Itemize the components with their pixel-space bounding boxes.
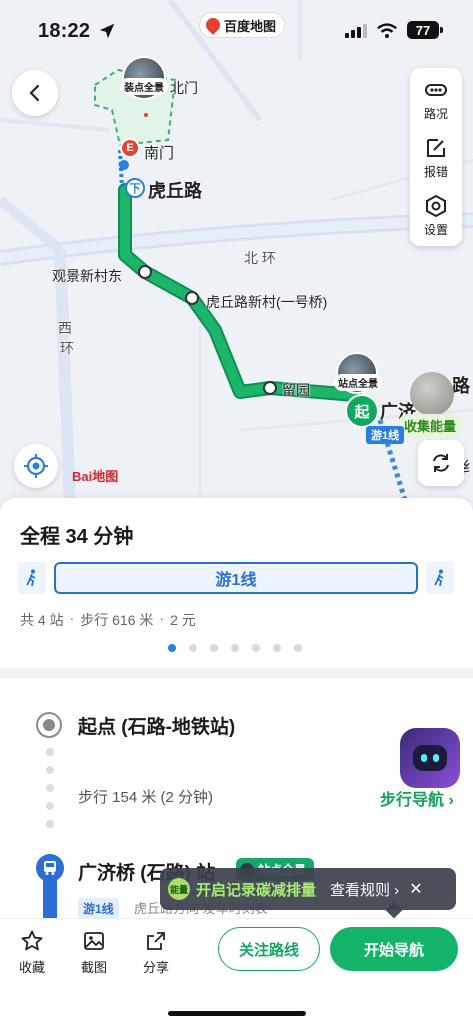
assistant-robot-icon[interactable]	[400, 728, 460, 788]
walk-dots	[46, 748, 54, 828]
baidu-logo: Bai地图	[72, 469, 119, 484]
start-navigation-button[interactable]: 开始导航	[330, 927, 458, 971]
walk-icon	[434, 569, 444, 587]
section-divider	[0, 668, 473, 678]
traffic-icon	[425, 84, 447, 96]
walk-distance: 步行 616 米	[80, 612, 154, 628]
wifi-icon	[377, 23, 397, 39]
bottom-action-bar: 收藏 截图 分享 关注路线 开始导航	[0, 918, 473, 1024]
label-north-gate: 北门	[170, 80, 198, 96]
map-pin-icon	[203, 15, 223, 35]
bus-route-bar	[43, 878, 57, 918]
origin-label: 起点 (石路-地铁站)	[78, 717, 236, 738]
page-dot[interactable]	[168, 644, 176, 652]
report-label: 报错	[423, 165, 448, 179]
screenshot-button[interactable]: 截图	[72, 929, 116, 976]
share-label: 分享	[142, 960, 169, 975]
label-guanjing-stop: 观景新村东	[52, 268, 122, 284]
locate-icon	[24, 454, 48, 478]
page-dot[interactable]	[273, 644, 281, 652]
location-arrow-icon	[99, 23, 115, 39]
label-huqiu-road: 虎丘路	[148, 181, 202, 201]
walk-segment-end	[426, 562, 454, 594]
station-panorama-label: 站点全景	[334, 374, 382, 391]
share-button[interactable]: 分享	[134, 929, 178, 976]
label-huqiu-xincun-stop: 虎丘路新村(一号桥)	[206, 294, 328, 310]
status-bar: 18:22 百度地图 77	[0, 0, 473, 60]
page-dot[interactable]	[252, 644, 260, 652]
walk-navigation-link[interactable]: 步行导航 ›	[380, 786, 454, 810]
alight-marker[interactable]: 下	[125, 178, 145, 198]
back-button[interactable]	[12, 70, 58, 116]
page-dot[interactable]	[231, 644, 239, 652]
fare: 2 元	[170, 612, 196, 628]
bus-line-segment: 游1线	[54, 562, 418, 594]
status-time: 18:22	[38, 20, 91, 42]
route-segment-bar: 游1线	[18, 562, 454, 594]
label-north-ring: 北 环	[244, 250, 276, 266]
panorama-label: 装点全景	[120, 78, 168, 95]
map-tool-panel: 路况 报错 设置	[410, 68, 462, 246]
screenshot-label: 截图	[80, 960, 107, 975]
route-line-badge: 游1线	[78, 898, 119, 919]
favorite-button[interactable]: 收藏	[10, 929, 54, 976]
favorite-label: 收藏	[18, 960, 45, 975]
page-dot[interactable]	[189, 644, 197, 652]
edit-icon	[427, 139, 445, 157]
share-icon	[147, 932, 165, 950]
settings-button[interactable]: 设置	[410, 188, 462, 244]
collect-energy-tag[interactable]: 收集能量	[398, 414, 463, 437]
route-summary-card[interactable]: 全程 34 分钟 游1线 共 4 站 · 步行 616 米 · 2 元	[0, 498, 473, 668]
report-error-button[interactable]: 报错	[410, 130, 462, 186]
page-dot[interactable]	[210, 644, 218, 652]
chevron-left-icon	[29, 84, 40, 102]
energy-chip-icon: 能量	[168, 878, 190, 900]
home-indicator	[168, 1011, 306, 1016]
start-marker[interactable]: 起	[345, 394, 379, 428]
locate-button[interactable]	[14, 444, 58, 488]
route-meta: 共 4 站 · 步行 616 米 · 2 元	[20, 610, 196, 628]
star-icon	[21, 930, 43, 951]
energy-mascot[interactable]	[410, 372, 454, 416]
toast-message[interactable]: 开启记录碳减排量	[196, 879, 316, 900]
map-view[interactable]: 装点全景 北门 E 南门 下 虎丘路 北 环 西 环 观景新村东 虎丘路新村(一…	[0, 0, 473, 510]
settings-icon	[426, 194, 446, 218]
origin-dot-icon	[38, 714, 60, 736]
carbon-toast: 能量 开启记录碳减排量 查看规则 › ✕	[160, 868, 456, 910]
follow-route-button[interactable]: 关注路线	[218, 927, 320, 971]
route-duration-title: 全程 34 分钟	[20, 526, 134, 548]
label-liuyuan-stop: 留园	[282, 382, 310, 398]
walk-segment	[18, 562, 46, 594]
page-indicator[interactable]	[168, 644, 302, 652]
map-line-tag: 游1线	[366, 426, 405, 444]
page-dot[interactable]	[294, 644, 302, 652]
refresh-icon	[433, 454, 449, 472]
walk-step-text: 步行 154 米 (2 分钟)	[78, 789, 214, 806]
label-road-right: 路	[452, 376, 470, 396]
battery-indicator: 77	[407, 21, 443, 39]
close-icon[interactable]: ✕	[409, 879, 422, 899]
south-gate-marker[interactable]: E	[120, 138, 140, 158]
view-rules-link[interactable]: 查看规则 ›	[330, 879, 399, 900]
label-south-gate: 南门	[144, 145, 175, 162]
stop-count: 共 4 站	[20, 612, 64, 628]
label-west-ring-2: 环	[60, 340, 74, 356]
walk-icon	[26, 569, 36, 587]
signal-icon	[345, 24, 367, 38]
image-icon	[84, 932, 104, 950]
traffic-button[interactable]: 路况	[410, 72, 462, 128]
app-badge: 百度地图	[200, 13, 285, 37]
traffic-label: 路况	[423, 107, 448, 121]
app-badge-label: 百度地图	[224, 18, 277, 34]
label-west-ring-1: 西	[58, 320, 72, 336]
settings-label: 设置	[423, 223, 448, 237]
refresh-button[interactable]	[418, 440, 464, 486]
